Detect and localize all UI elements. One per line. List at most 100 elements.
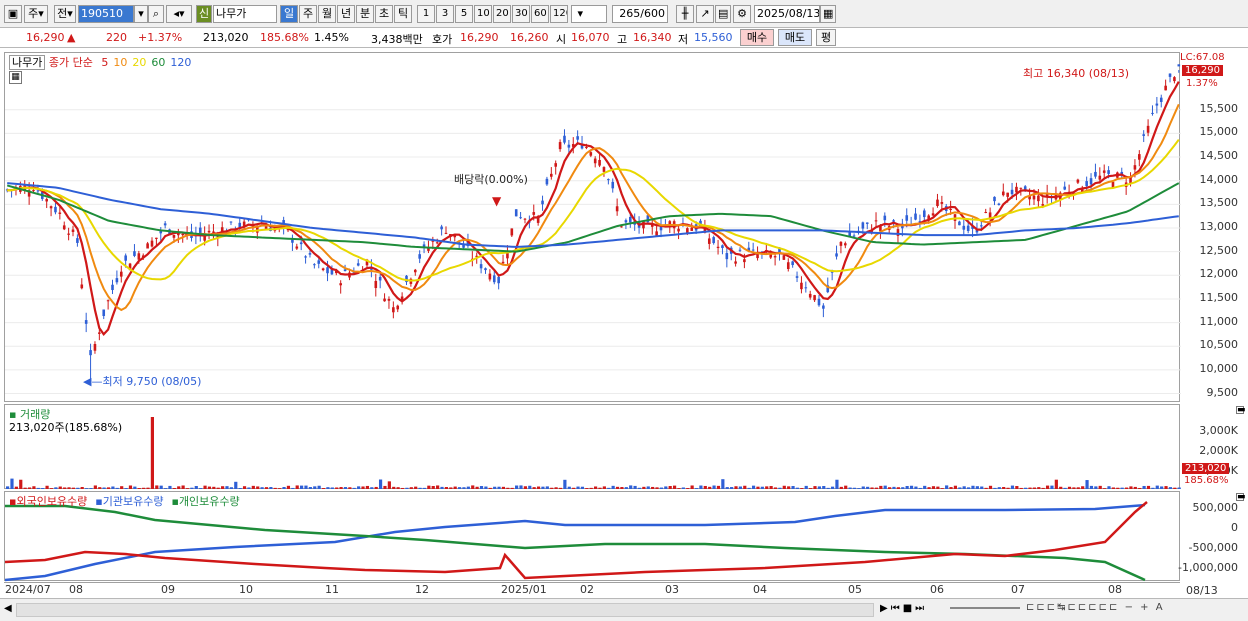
interval-button-30[interactable]: 30	[512, 5, 530, 23]
code-input[interactable]: 190510	[78, 5, 134, 23]
tab-period-4[interactable]: 분	[356, 5, 374, 23]
candle-body	[707, 238, 711, 244]
candle-body	[712, 237, 715, 244]
candle-icon[interactable]: ╫	[676, 5, 694, 23]
buy-button[interactable]: 매수	[740, 29, 774, 46]
tab-period-1[interactable]: 주	[299, 5, 317, 23]
interval-button-60[interactable]: 60	[531, 5, 549, 23]
volume-bar	[835, 479, 839, 489]
table-icon[interactable]: ▦	[9, 71, 22, 84]
candle-body	[624, 220, 628, 223]
volume-bar	[1116, 487, 1120, 489]
chevron-down-icon[interactable]: ▾	[134, 5, 148, 23]
playback-controls[interactable]: ▶⏮■⏭	[880, 603, 927, 614]
horizontal-scrollbar[interactable]	[16, 603, 874, 617]
volume-bar	[747, 487, 751, 489]
candle-body	[343, 269, 347, 272]
interval-button-3[interactable]: 3	[436, 5, 454, 23]
candle-body	[567, 144, 571, 148]
candle-body	[1041, 204, 1045, 206]
volume-bar	[523, 486, 527, 489]
candle-body	[716, 246, 720, 249]
gear-icon[interactable]: ⚙	[733, 5, 751, 23]
volume-bar	[558, 487, 563, 489]
window-icon[interactable]: ▣	[4, 5, 22, 23]
holder-tick: 0	[1231, 521, 1238, 534]
candle-body	[738, 249, 742, 251]
candle-body	[1151, 112, 1154, 114]
dividend-annotation: 배당락(0.00%)	[454, 173, 528, 186]
scroll-left-icon[interactable]: ◀	[4, 603, 12, 614]
volume-bar	[444, 487, 448, 489]
tab-period-0[interactable]: 일	[280, 5, 298, 23]
search-icon[interactable]: ⌕	[148, 5, 164, 23]
x-label: 2025/01	[501, 583, 547, 596]
individual-line	[5, 504, 1146, 582]
ma-20-line	[7, 139, 1180, 282]
volume-bar	[1002, 486, 1006, 489]
collapse-icon[interactable]: ▬	[1236, 406, 1246, 415]
volume-bar	[1054, 479, 1058, 489]
x-label: 02	[580, 583, 594, 596]
calendar-icon[interactable]: ▦	[820, 5, 836, 23]
volume-bar	[668, 485, 672, 489]
candle-body	[435, 242, 439, 244]
volume-bar	[550, 487, 554, 489]
candle-body	[589, 152, 593, 156]
tab-period-5[interactable]: 초	[375, 5, 393, 23]
volume-tag: 213,020	[1182, 463, 1230, 474]
candle-body	[966, 225, 970, 232]
volume-bar	[484, 486, 488, 489]
volume-bar	[168, 485, 172, 489]
low-annotation: ◀—최저 9,750 (08/05)	[83, 375, 202, 388]
candle-body	[479, 264, 483, 269]
save-icon[interactable]: ▤	[715, 5, 731, 23]
candle-body	[378, 276, 382, 281]
collapse-icon[interactable]: ▬	[1236, 493, 1246, 502]
prefix-select[interactable]: 전▾	[54, 5, 76, 23]
speaker-icon[interactable]: ◂▾	[166, 5, 192, 23]
view-tool-icons[interactable]: ⊏⊏⊏↹⊏⊏⊏⊏⊏ − + A	[1026, 602, 1165, 613]
candle-body	[958, 221, 961, 226]
volume-bar	[1155, 485, 1159, 489]
candle-body	[993, 196, 996, 202]
volume-bar	[128, 485, 133, 489]
tab-period-3[interactable]: 년	[337, 5, 355, 23]
interval-button-5[interactable]: 5	[455, 5, 473, 23]
count-field[interactable]: 265/600	[612, 5, 668, 23]
candle-body	[620, 226, 623, 228]
volume-bar	[690, 485, 694, 489]
interval-button-1[interactable]: 1	[417, 5, 435, 23]
tab-period-6[interactable]: 틱	[394, 5, 412, 23]
volume-bar	[510, 487, 514, 489]
volume-bar	[725, 487, 729, 489]
volume-bar	[1085, 480, 1089, 489]
avg-button[interactable]: 평	[816, 29, 836, 46]
zoom-slider[interactable]	[950, 607, 1020, 609]
volume-bar	[1129, 486, 1133, 489]
date-field[interactable]: 2025/08/13	[754, 5, 820, 23]
holder-panel: ▪외국인보유수량 ▪기관보유수량 ▪개인보유수량	[4, 491, 1180, 582]
sell-button[interactable]: 매도	[778, 29, 812, 46]
stock-name-field[interactable]: 나무가	[213, 5, 277, 23]
holder-tick: -1,000,000	[1178, 561, 1238, 574]
candle-body	[514, 209, 518, 217]
interval-button-10[interactable]: 10	[474, 5, 492, 23]
high-annotation: 최고 16,340 (08/13)	[1023, 67, 1130, 80]
volume-bar	[488, 487, 492, 489]
turnover: 1.45%	[314, 31, 349, 44]
candle-body	[124, 255, 127, 261]
volume-bar	[352, 487, 356, 489]
tab-period-2[interactable]: 월	[318, 5, 336, 23]
volume-bar	[1010, 485, 1015, 489]
market-select[interactable]: 주▾	[24, 5, 48, 23]
volume-bar	[440, 486, 444, 489]
open-label: 시	[556, 33, 567, 46]
volume-bar	[1028, 487, 1032, 489]
interval-dropdown[interactable]: ▾	[571, 5, 607, 23]
draw-icon[interactable]: ↗	[696, 5, 714, 23]
interval-button-20[interactable]: 20	[493, 5, 511, 23]
candle-body	[1164, 85, 1167, 91]
current-price-tag: 16,290	[1182, 65, 1223, 76]
interval-button-120[interactable]: 120	[550, 5, 568, 23]
